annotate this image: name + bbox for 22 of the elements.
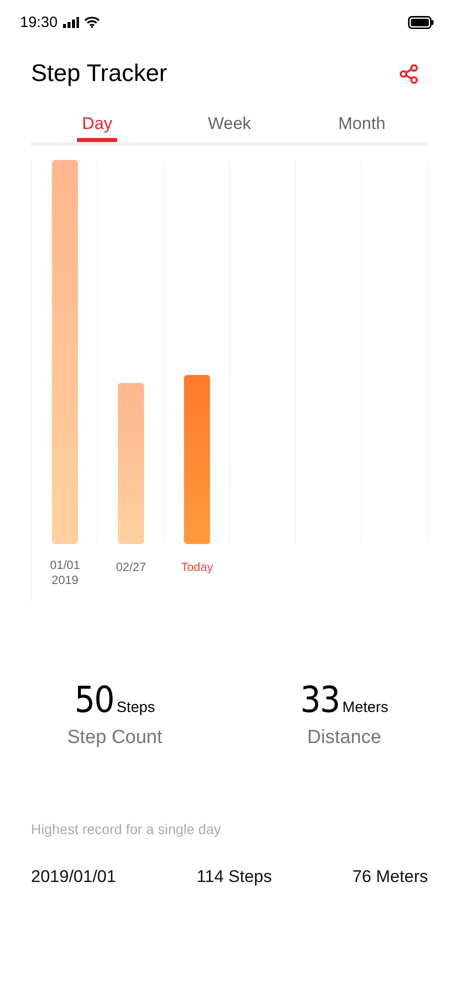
date-label: Today xyxy=(180,560,214,575)
stat-unit: Steps xyxy=(116,699,156,716)
date-label: 02/27 xyxy=(116,560,146,575)
date-label: 01/01 2019 xyxy=(50,558,80,588)
stat-value: 33 xyxy=(300,680,340,721)
record-heading: Highest record for a single day xyxy=(31,821,222,837)
share-button[interactable] xyxy=(399,64,419,84)
wifi-icon xyxy=(84,16,100,28)
stat-label: Step Count xyxy=(67,727,162,749)
stat-value: 50 xyxy=(74,680,114,721)
status-time: 19:30 xyxy=(20,14,58,30)
stat-label: Distance xyxy=(307,727,382,749)
record-date: 2019/01/01 xyxy=(31,867,116,887)
page-title: Step Tracker xyxy=(31,60,168,88)
record-steps: 114 Steps xyxy=(196,867,272,887)
record-distance: 76 Meters xyxy=(352,867,428,887)
tab[interactable]: Month xyxy=(296,106,428,146)
signal-icon xyxy=(62,16,79,28)
battery-icon xyxy=(408,16,434,28)
tab[interactable]: Week xyxy=(163,106,296,146)
share-icon xyxy=(399,64,419,84)
stat-unit: Meters xyxy=(342,699,388,716)
